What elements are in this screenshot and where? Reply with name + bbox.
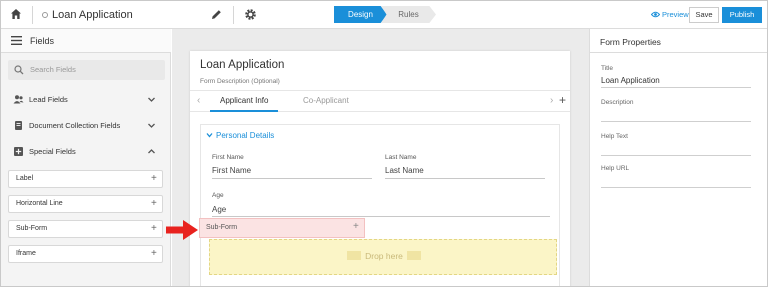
- step-rules[interactable]: Rules: [381, 6, 436, 23]
- chevron-down-icon: [206, 133, 213, 138]
- chevron-down-icon: [148, 123, 155, 128]
- prop-help-text-underline: [601, 155, 751, 156]
- field-item-name: Label: [16, 175, 34, 182]
- pencil-icon[interactable]: [210, 8, 223, 21]
- plus-icon[interactable]: +: [151, 173, 157, 184]
- home-icon[interactable]: [10, 8, 22, 20]
- plus-icon[interactable]: +: [151, 248, 157, 259]
- field-item-horizontal-line[interactable]: Horizontal Line +: [8, 195, 163, 213]
- menu-icon[interactable]: [11, 36, 22, 45]
- first-name-underline: [212, 178, 372, 179]
- active-tab-indicator: [210, 110, 278, 112]
- chevron-left-icon[interactable]: ‹: [197, 95, 200, 106]
- people-icon: [13, 95, 24, 104]
- top-bar: Loan Application Design Rules Preview Sa…: [1, 1, 767, 29]
- field-item-sub-form[interactable]: Sub-Form +: [8, 220, 163, 238]
- search-fields-input[interactable]: Search Fields: [8, 60, 165, 80]
- special-fields-icon: [14, 147, 23, 156]
- dragging-item-label: Sub-Form: [206, 224, 238, 231]
- field-item-iframe[interactable]: Iframe +: [8, 245, 163, 263]
- chevron-right-icon[interactable]: ›: [550, 95, 553, 106]
- age-input[interactable]: Age: [212, 205, 226, 214]
- field-item-label[interactable]: Label +: [8, 170, 163, 188]
- drop-zone-text: Drop here: [210, 251, 558, 261]
- form-properties-header: Form Properties: [590, 29, 767, 53]
- age-label: Age: [212, 192, 224, 199]
- field-item-name: Iframe: [16, 250, 36, 257]
- preview-link[interactable]: Preview: [651, 10, 689, 19]
- last-name-label: Last Name: [385, 154, 417, 161]
- category-label: Document Collection Fields: [29, 121, 121, 130]
- dragging-sub-form-item[interactable]: Sub-Form +: [199, 218, 365, 238]
- drop-marker: [347, 251, 362, 260]
- search-icon: [14, 65, 24, 75]
- drop-marker: [406, 251, 421, 260]
- app-title: Loan Application: [52, 9, 133, 21]
- tab-co-applicant[interactable]: Co-Applicant: [303, 96, 349, 105]
- category-label: Special Fields: [29, 147, 76, 156]
- field-item-name: Horizontal Line: [16, 200, 63, 207]
- red-arrow-icon: [166, 220, 198, 240]
- gear-icon[interactable]: [244, 8, 257, 21]
- last-name-underline: [385, 178, 545, 179]
- document-icon: [15, 121, 22, 130]
- tab-applicant-info[interactable]: Applicant Info: [220, 96, 268, 105]
- divider: [32, 6, 33, 24]
- save-button[interactable]: Save: [689, 7, 719, 23]
- add-tab-icon[interactable]: +: [559, 93, 566, 107]
- prop-title-label: Title: [601, 65, 614, 72]
- preview-label: Preview: [662, 10, 689, 19]
- field-item-name: Sub-Form: [16, 225, 48, 232]
- divider: [233, 6, 234, 24]
- drop-label: Drop here: [365, 251, 403, 261]
- chevron-up-icon: [148, 149, 155, 154]
- prop-help-text-label: Help Text: [601, 133, 628, 140]
- eye-icon: [651, 11, 660, 18]
- status-dot-icon: [42, 12, 48, 18]
- first-name-input[interactable]: First Name: [212, 166, 251, 175]
- first-name-label: First Name: [212, 154, 244, 161]
- chevron-down-icon: [148, 97, 155, 102]
- plus-icon[interactable]: +: [151, 223, 157, 234]
- prop-help-url-underline: [601, 187, 751, 188]
- fields-panel-header: Fields: [1, 29, 171, 53]
- fields-panel: Fields Search Fields Lead Fields Documen…: [1, 29, 171, 286]
- plus-icon: +: [353, 221, 359, 232]
- category-special-fields[interactable]: Special Fields: [1, 142, 171, 162]
- category-label: Lead Fields: [29, 95, 68, 104]
- form-title[interactable]: Loan Application: [200, 59, 284, 71]
- prop-description-label: Description: [601, 99, 634, 106]
- form-tabs: ‹ Applicant Info Co-Applicant › +: [190, 90, 570, 112]
- age-underline: [212, 216, 550, 217]
- fields-panel-title: Fields: [30, 36, 55, 46]
- prop-help-url-label: Help URL: [601, 165, 630, 172]
- form-description-field[interactable]: Form Description (Optional): [200, 78, 280, 85]
- search-placeholder: Search Fields: [30, 65, 76, 74]
- prop-title-underline: [601, 87, 751, 88]
- last-name-input[interactable]: Last Name: [385, 166, 424, 175]
- prop-title-input[interactable]: Loan Application: [601, 76, 660, 85]
- category-document-collection-fields[interactable]: Document Collection Fields: [1, 116, 171, 136]
- category-lead-fields[interactable]: Lead Fields: [1, 90, 171, 110]
- form-properties-title: Form Properties: [600, 37, 661, 47]
- section-title: Personal Details: [216, 131, 275, 140]
- form-properties-panel: Form Properties Title Loan Application D…: [589, 29, 767, 286]
- drop-zone[interactable]: Drop here: [209, 239, 557, 275]
- step-design[interactable]: Design: [334, 6, 387, 23]
- app-window: Loan Application Design Rules Preview Sa…: [0, 0, 768, 287]
- publish-button[interactable]: Publish: [722, 7, 762, 23]
- plus-icon[interactable]: +: [151, 198, 157, 209]
- prop-description-underline: [601, 121, 751, 122]
- section-header[interactable]: Personal Details: [206, 131, 274, 140]
